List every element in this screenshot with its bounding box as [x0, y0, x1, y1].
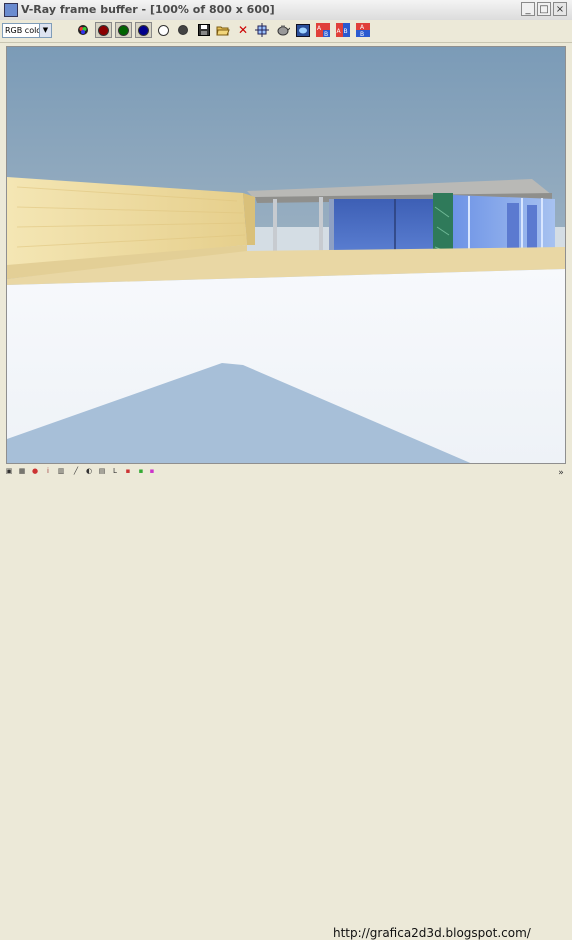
ab-compare-a-icon: AB [316, 23, 330, 37]
status-bar: ▣ ▦ ● i ▥ ╱ ◐ ▤ L ▪ ▪ ▪ http://grafica2d… [0, 464, 572, 940]
svg-text:B: B [324, 31, 328, 37]
close-button[interactable]: × [553, 2, 567, 16]
green-channel-button[interactable] [115, 22, 132, 38]
mono-channel-button[interactable] [176, 23, 190, 37]
status-curve-button[interactable]: ╱ [72, 467, 80, 476]
render-viewport[interactable] [6, 46, 566, 464]
track-mouse-button[interactable] [255, 23, 269, 37]
clear-image-button[interactable]: ✕ [236, 23, 250, 37]
close-icon: ✕ [237, 23, 249, 37]
green-channel-icon [118, 24, 129, 36]
blue-channel-icon [138, 24, 149, 36]
svg-text:B: B [360, 31, 364, 37]
status-info-icon[interactable]: i [44, 467, 52, 476]
ab-compare-a-button[interactable]: AB [316, 23, 330, 37]
status-correction-button[interactable]: ▪ [124, 467, 132, 476]
rgb-icon [78, 25, 88, 35]
blue-channel-button[interactable] [135, 22, 152, 38]
ab-compare-vertical-button[interactable]: AB [356, 23, 370, 37]
folder-icon [216, 26, 230, 36]
status-lut-button[interactable]: L [111, 467, 119, 476]
render-last-button[interactable] [296, 23, 310, 37]
svg-text:B: B [344, 28, 348, 35]
status-layers-button[interactable]: ▦ [18, 467, 26, 476]
red-channel-icon [98, 24, 109, 36]
expand-chevron-icon[interactable]: » [557, 469, 565, 478]
window-title: V-Ray frame buffer - [100% of 800 x 600] [21, 3, 275, 16]
status-color-button[interactable]: ● [31, 467, 39, 476]
status-exposure-button[interactable]: ◐ [85, 467, 93, 476]
title-bar: V-Ray frame buffer - [100% of 800 x 600]… [0, 0, 572, 21]
ab-compare-vertical-icon: AB [356, 23, 370, 37]
toolbar: RGB color ▼ ✕ AB AB AB [0, 20, 572, 43]
alpha-channel-button[interactable] [156, 23, 170, 37]
ab-compare-side-icon: AB [336, 23, 350, 37]
status-level-button[interactable]: ▥ [57, 467, 65, 476]
ab-compare-side-button[interactable]: AB [336, 23, 350, 37]
rendered-image [7, 47, 565, 463]
watermark-url: http://grafica2d3d.blogspot.com/ [333, 926, 531, 940]
save-icon [198, 24, 210, 36]
render-icon [296, 23, 310, 37]
crosshair-icon [255, 23, 269, 37]
rgb-channels-button[interactable] [76, 23, 90, 37]
teapot-icon [277, 25, 290, 36]
status-info-button[interactable]: ▣ [5, 467, 13, 476]
mono-icon [178, 25, 188, 35]
app-icon [4, 3, 18, 17]
status-green-button[interactable]: ▪ [137, 467, 145, 476]
alpha-channel-icon [157, 24, 169, 36]
maximize-button[interactable]: □ [537, 2, 551, 16]
status-grid-button[interactable]: ▤ [98, 467, 106, 476]
open-image-button[interactable] [216, 23, 230, 37]
minimize-button[interactable]: _ [521, 2, 535, 16]
save-image-button[interactable] [197, 23, 211, 37]
channel-select[interactable]: RGB color ▼ [2, 23, 52, 38]
duplicate-to-mtl-button[interactable] [276, 23, 290, 37]
status-pixel-button[interactable]: ▪ [148, 467, 156, 476]
red-channel-button[interactable] [95, 22, 112, 38]
chevron-down-icon: ▼ [39, 24, 51, 37]
